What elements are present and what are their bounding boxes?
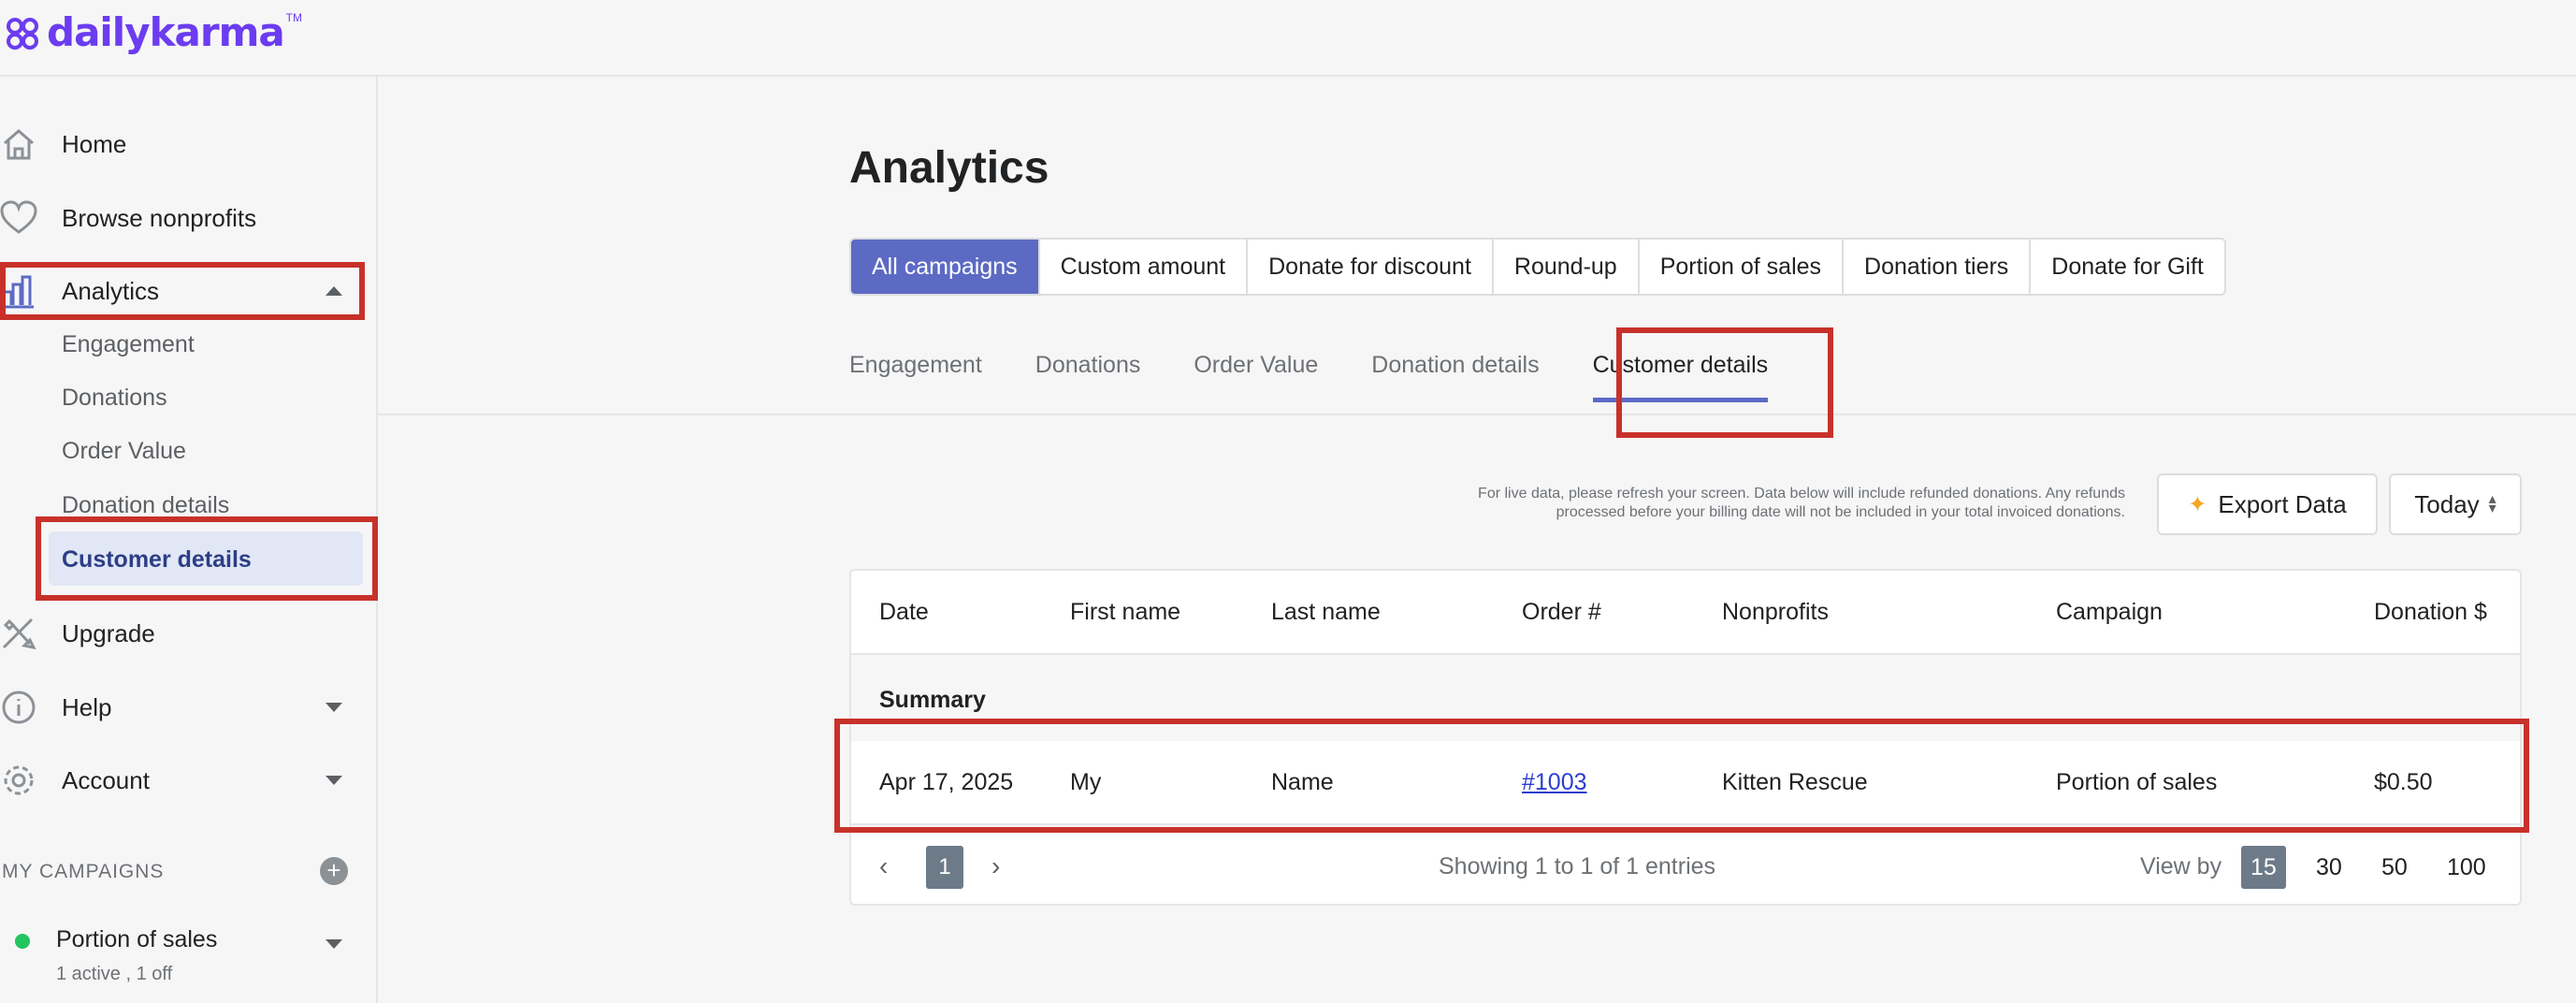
chevron-right-icon[interactable]: › bbox=[991, 851, 1000, 881]
brand-name: dailykarma bbox=[47, 9, 285, 55]
chevron-down-icon[interactable] bbox=[326, 703, 342, 712]
add-campaign-icon[interactable]: + bbox=[320, 857, 348, 885]
cell-last-name: Name bbox=[1271, 769, 1334, 795]
summary-label: Summary bbox=[879, 687, 986, 713]
sidebar-subitem-donations[interactable]: Donations bbox=[62, 385, 167, 412]
chevron-down-icon[interactable] bbox=[326, 776, 342, 785]
page-size-50[interactable]: 50 bbox=[2372, 846, 2417, 889]
tab-donate-for-discount[interactable]: Donate for discount bbox=[1248, 240, 1494, 294]
active-status-dot bbox=[15, 934, 30, 949]
subtab-donations[interactable]: Donations bbox=[1035, 352, 1141, 402]
info-icon bbox=[0, 689, 37, 726]
date-range-select[interactable]: Today ▴ ▾ bbox=[2389, 473, 2522, 535]
page-size-100[interactable]: 100 bbox=[2438, 846, 2496, 889]
sidebar-subitem-order-value[interactable]: Order Value bbox=[62, 438, 186, 465]
chevron-left-icon[interactable]: ‹ bbox=[879, 851, 888, 881]
tab-donate-for-gift[interactable]: Donate for Gift bbox=[2031, 240, 2224, 294]
notice-line: processed before your billing date will … bbox=[1556, 504, 2125, 520]
subtab-order-value[interactable]: Order Value bbox=[1194, 352, 1318, 402]
subtab-engagement[interactable]: Engagement bbox=[849, 352, 982, 402]
sidebar-item-help[interactable]: Help bbox=[0, 677, 367, 737]
sidebar-subitem-engagement[interactable]: Engagement bbox=[62, 331, 195, 358]
cell-campaign: Portion of sales bbox=[2056, 769, 2218, 795]
export-label: Export Data bbox=[2218, 489, 2347, 518]
sidebar-item-label: Browse nonprofits bbox=[62, 203, 257, 232]
tab-donation-tiers[interactable]: Donation tiers bbox=[1844, 240, 2032, 294]
tools-icon bbox=[0, 615, 37, 652]
export-data-button[interactable]: ✦ Export Data bbox=[2157, 473, 2378, 535]
sidebar-item-analytics[interactable]: Analytics bbox=[0, 261, 367, 321]
cell-nonprofit: Kitten Rescue bbox=[1722, 769, 1868, 795]
customer-details-table: Date First name Last name Order # Nonpro… bbox=[849, 569, 2522, 906]
notice-line: For live data, please refresh your scree… bbox=[1478, 486, 2125, 502]
table-row: Apr 17, 2025 My Name #1003 Kitten Rescue… bbox=[851, 741, 2520, 825]
sidebar-item-label: Account bbox=[62, 765, 150, 794]
live-data-notice: For live data, please refresh your scree… bbox=[1216, 485, 2125, 522]
my-campaigns-heading: MY CAMPAIGNS bbox=[2, 861, 165, 882]
column-header-order: Order # bbox=[1522, 599, 1601, 625]
campaign-status: 1 active , 1 off bbox=[56, 964, 173, 984]
campaign-name[interactable]: Portion of sales bbox=[56, 926, 217, 953]
sidebar-item-browse-nonprofits[interactable]: Browse nonprofits bbox=[0, 188, 367, 248]
order-link[interactable]: #1003 bbox=[1522, 769, 1587, 796]
subtab-customer-details[interactable]: Customer details bbox=[1592, 352, 1769, 402]
campaign-tabs: All campaigns Custom amount Donate for d… bbox=[849, 238, 2226, 296]
column-header-campaign: Campaign bbox=[2056, 599, 2163, 625]
tab-all-campaigns[interactable]: All campaigns bbox=[851, 240, 1040, 294]
sidebar-item-label: Analytics bbox=[62, 276, 160, 305]
knot-logo-icon bbox=[7, 18, 38, 50]
sidebar-subitem-label: Customer details bbox=[62, 546, 252, 573]
top-bar: dailykarma TM bbox=[0, 0, 2576, 77]
cell-date: Apr 17, 2025 bbox=[879, 769, 1014, 795]
cell-first-name: My bbox=[1070, 769, 1102, 795]
trademark: TM bbox=[285, 11, 302, 24]
current-page[interactable]: 1 bbox=[926, 846, 963, 889]
tab-portion-of-sales[interactable]: Portion of sales bbox=[1640, 240, 1845, 294]
page-title: Analytics bbox=[849, 143, 1049, 193]
column-header-donation: Donation $ bbox=[2374, 599, 2487, 625]
chevron-up-icon[interactable] bbox=[326, 286, 342, 296]
sidebar-subitem-donation-details[interactable]: Donation details bbox=[62, 492, 229, 519]
sidebar-item-label: Home bbox=[62, 129, 127, 158]
tab-round-up[interactable]: Round-up bbox=[1494, 240, 1640, 294]
sort-updown-icon: ▴ ▾ bbox=[2488, 491, 2496, 516]
cell-donation: $0.50 bbox=[2374, 769, 2433, 795]
sidebar-item-label: Help bbox=[62, 692, 112, 721]
column-header-first-name: First name bbox=[1070, 599, 1181, 625]
tab-custom-amount[interactable]: Custom amount bbox=[1040, 240, 1249, 294]
heart-icon bbox=[0, 199, 37, 237]
bar-chart-icon bbox=[0, 272, 37, 310]
column-header-nonprofits: Nonprofits bbox=[1722, 599, 1829, 625]
dailykarma-logo[interactable]: dailykarma TM bbox=[2, 9, 302, 55]
table-header-row: Date First name Last name Order # Nonpro… bbox=[851, 571, 2520, 655]
entries-summary: Showing 1 to 1 of 1 entries bbox=[1439, 853, 1716, 879]
pagination: ‹ 1 › Showing 1 to 1 of 1 entries View b… bbox=[851, 825, 2520, 906]
chevron-down-icon[interactable] bbox=[326, 939, 342, 949]
section-divider bbox=[378, 414, 2576, 415]
date-range-value: Today bbox=[2414, 489, 2480, 518]
sidebar-item-home[interactable]: Home bbox=[0, 114, 367, 174]
home-icon bbox=[0, 125, 37, 163]
sidebar-item-account[interactable]: Account bbox=[0, 750, 367, 810]
subtab-donation-details[interactable]: Donation details bbox=[1371, 352, 1539, 402]
sidebar-item-label: Upgrade bbox=[62, 618, 155, 647]
column-header-date: Date bbox=[879, 599, 929, 625]
view-by-label: View by bbox=[2140, 853, 2222, 879]
page-size-30[interactable]: 30 bbox=[2307, 846, 2352, 889]
sidebar-item-upgrade[interactable]: Upgrade bbox=[0, 603, 367, 663]
analytics-subtabs: Engagement Donations Order Value Donatio… bbox=[849, 352, 1821, 402]
sparkle-icon: ✦ bbox=[2188, 491, 2207, 517]
summary-row: Summary bbox=[851, 655, 2520, 741]
gear-icon bbox=[0, 762, 37, 799]
page-size-15[interactable]: 15 bbox=[2241, 846, 2286, 889]
column-header-last-name: Last name bbox=[1271, 599, 1381, 625]
